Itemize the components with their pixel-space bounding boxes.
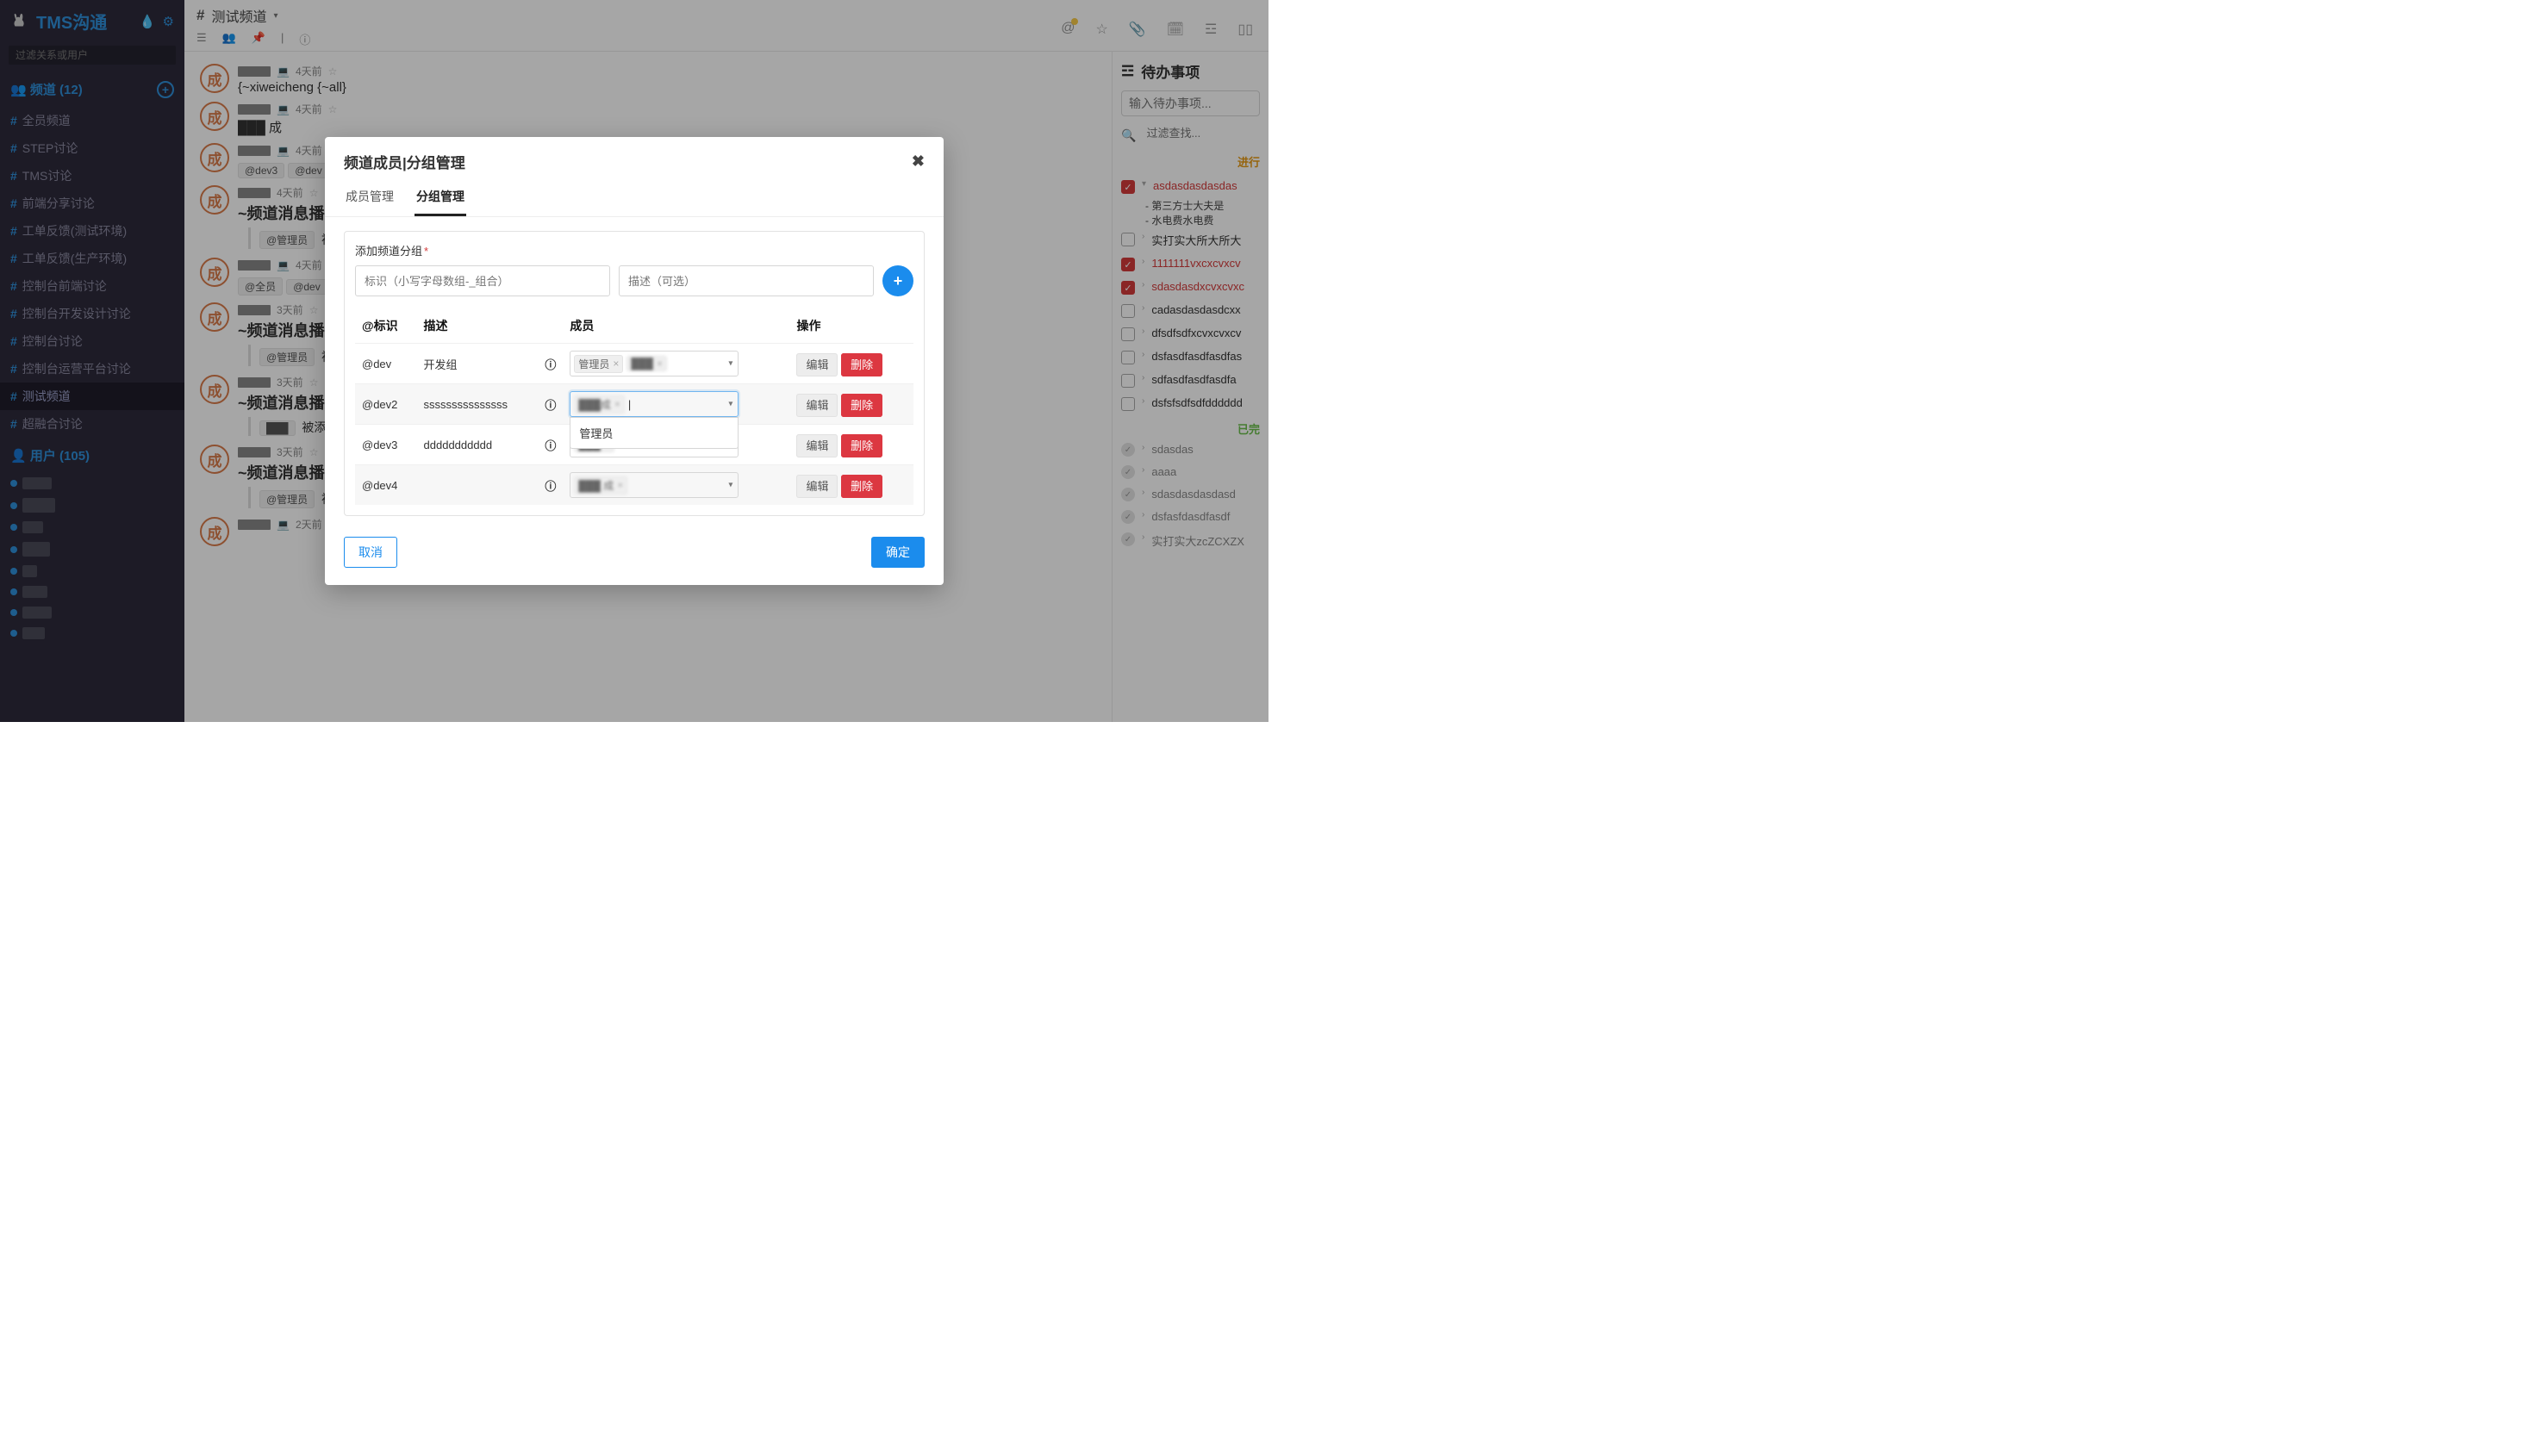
group-id: @dev2 bbox=[355, 384, 417, 425]
group-desc: 开发组 bbox=[417, 344, 539, 384]
info-icon[interactable]: ⓘ bbox=[538, 344, 563, 384]
group-desc-input[interactable] bbox=[619, 265, 874, 296]
th-id: @标识 bbox=[355, 308, 417, 344]
modal-title: 频道成员|分组管理 bbox=[344, 151, 465, 172]
th-members: 成员 bbox=[563, 308, 789, 344]
group-id: @dev3 bbox=[355, 425, 417, 465]
table-row: @dev 开发组 ⓘ 管理员× ███× ▾ 编辑 删除 bbox=[355, 344, 913, 384]
group-id: @dev bbox=[355, 344, 417, 384]
delete-button[interactable]: 删除 bbox=[841, 475, 882, 498]
chevron-down-icon[interactable]: ▾ bbox=[728, 400, 732, 409]
edit-button[interactable]: 编辑 bbox=[796, 434, 838, 457]
delete-button[interactable]: 删除 bbox=[841, 353, 882, 376]
group-desc bbox=[417, 465, 539, 506]
remove-chip-icon[interactable]: × bbox=[613, 358, 619, 370]
group-manage-modal: 频道成员|分组管理 ✖ 成员管理 分组管理 添加频道分组* + @标识 描述 成… bbox=[325, 137, 944, 585]
add-group-button[interactable]: + bbox=[882, 265, 913, 296]
remove-chip-icon[interactable]: × bbox=[614, 398, 620, 410]
th-actions: 操作 bbox=[789, 308, 913, 344]
member-select[interactable]: 管理员× ███× ▾ bbox=[570, 351, 739, 376]
tab-member[interactable]: 成员管理 bbox=[344, 183, 396, 216]
add-group-label: 添加频道分组 bbox=[355, 245, 422, 258]
chevron-down-icon[interactable]: ▾ bbox=[728, 481, 732, 490]
group-id-input[interactable] bbox=[355, 265, 610, 296]
member-chip: ███× bbox=[626, 356, 667, 371]
delete-button[interactable]: 删除 bbox=[841, 434, 882, 457]
edit-button[interactable]: 编辑 bbox=[796, 394, 838, 417]
edit-button[interactable]: 编辑 bbox=[796, 475, 838, 498]
member-dropdown[interactable]: 管理员 bbox=[570, 417, 739, 449]
info-icon[interactable]: ⓘ bbox=[538, 465, 563, 506]
member-select[interactable]: ███ 成× ▾ bbox=[570, 472, 739, 498]
remove-chip-icon[interactable]: × bbox=[617, 479, 623, 491]
info-icon[interactable]: ⓘ bbox=[538, 425, 563, 465]
group-desc: ddddddddddd bbox=[417, 425, 539, 465]
info-icon[interactable]: ⓘ bbox=[538, 384, 563, 425]
add-group-box: 添加频道分组* + @标识 描述 成员 操作 @dev 开发组 bbox=[344, 231, 925, 516]
confirm-button[interactable]: 确定 bbox=[871, 537, 925, 568]
group-table: @标识 描述 成员 操作 @dev 开发组 ⓘ 管理员× ███× bbox=[355, 308, 913, 505]
close-icon[interactable]: ✖ bbox=[912, 152, 925, 171]
cancel-button[interactable]: 取消 bbox=[344, 537, 397, 568]
member-chip: ███成× bbox=[574, 395, 625, 414]
member-select[interactable]: ███成× | ▾ 管理员 bbox=[570, 391, 739, 417]
delete-button[interactable]: 删除 bbox=[841, 394, 882, 417]
table-row: @dev2 sssssssssssssss ⓘ ███成× | ▾ 管理员 编辑… bbox=[355, 384, 913, 425]
tab-group[interactable]: 分组管理 bbox=[415, 183, 466, 216]
group-id: @dev4 bbox=[355, 465, 417, 506]
chevron-down-icon[interactable]: ▾ bbox=[728, 359, 732, 369]
member-chip: ███ 成× bbox=[574, 476, 627, 495]
th-desc: 描述 bbox=[417, 308, 539, 344]
member-chip: 管理员× bbox=[574, 355, 623, 373]
remove-chip-icon[interactable]: × bbox=[657, 358, 663, 370]
group-desc: sssssssssssssss bbox=[417, 384, 539, 425]
edit-button[interactable]: 编辑 bbox=[796, 353, 838, 376]
table-row: @dev4 ⓘ ███ 成× ▾ 编辑 删除 bbox=[355, 465, 913, 506]
